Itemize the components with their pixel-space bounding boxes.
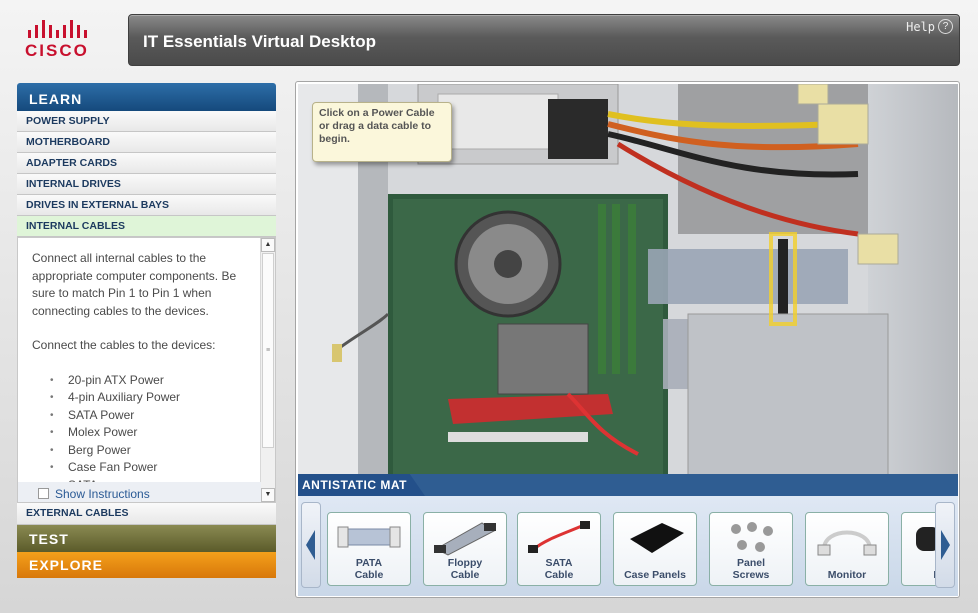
brand-name: CISCO bbox=[25, 41, 89, 60]
list-item: 4-pin Auxiliary Power bbox=[50, 389, 246, 407]
instructions-scrollbar[interactable]: ▲ ≡ ▼ bbox=[260, 238, 275, 502]
instruction-tooltip: Click on a Power Cable or drag a data ca… bbox=[312, 102, 452, 162]
tile-label: Cable bbox=[450, 569, 480, 581]
pata-cable-icon bbox=[337, 526, 401, 548]
list-item: Case Fan Power bbox=[50, 459, 246, 477]
grip-icon: ≡ bbox=[266, 347, 271, 354]
tray-item-keyboard[interactable]: Key bbox=[901, 512, 939, 586]
list-item: SATA Power bbox=[50, 407, 246, 425]
instructions-paragraph: Connect all internal cables to the appro… bbox=[32, 251, 237, 318]
sidebar-item-drives-external-bays[interactable]: DRIVES IN EXTERNAL BAYS bbox=[17, 195, 276, 216]
tray-item-case-panels[interactable]: Case Panels bbox=[613, 512, 697, 586]
sata-cable-icon bbox=[528, 521, 590, 553]
show-instructions-checkbox[interactable] bbox=[38, 488, 49, 499]
tile-label: Monitor bbox=[827, 569, 867, 581]
scroll-up-icon[interactable]: ▲ bbox=[261, 238, 275, 252]
antistatic-mat-label: ANTISTATIC MAT bbox=[298, 474, 425, 496]
sidebar-item-external-cables[interactable]: EXTERNAL CABLES bbox=[17, 503, 276, 525]
help-icon: ? bbox=[938, 19, 953, 34]
list-item: Molex Power bbox=[50, 424, 246, 442]
tile-label: Floppy bbox=[447, 557, 483, 569]
list-item: 20-pin ATX Power bbox=[50, 372, 246, 390]
tray-item-pata-cable[interactable]: PATA Cable bbox=[327, 512, 411, 586]
floppy-cable-icon bbox=[434, 522, 496, 556]
tile-label: PATA bbox=[355, 557, 383, 569]
title-bar: IT Essentials Virtual Desktop Help ? bbox=[128, 14, 960, 66]
tile-label: Screws bbox=[732, 569, 770, 581]
cisco-bars-icon bbox=[28, 18, 102, 38]
tray-scroll-right-button[interactable] bbox=[935, 502, 955, 588]
sidebar-item-adapter-cards[interactable]: ADAPTER CARDS bbox=[17, 153, 276, 174]
tile-label: Panel bbox=[736, 557, 765, 569]
show-instructions-label: Show Instructions bbox=[55, 486, 150, 501]
scroll-thumb[interactable]: ≡ bbox=[262, 253, 274, 448]
antistatic-mat-bar: ANTISTATIC MAT bbox=[298, 474, 958, 496]
tile-label: Cable bbox=[354, 569, 384, 581]
device-list: 20-pin ATX Power 4-pin Auxiliary Power S… bbox=[32, 372, 246, 495]
tile-label: SATA bbox=[545, 557, 573, 569]
workspace: Click on a Power Cable or drag a data ca… bbox=[295, 81, 960, 598]
scroll-down-icon[interactable]: ▼ bbox=[261, 488, 275, 502]
tray-item-panel-screws[interactable]: Panel Screws bbox=[709, 512, 793, 586]
tile-label: Key bbox=[902, 569, 939, 581]
instructions-paragraph: Connect the cables to the devices: bbox=[32, 338, 216, 352]
list-item: Berg Power bbox=[50, 442, 246, 460]
test-header[interactable]: TEST bbox=[17, 525, 276, 552]
instructions-text: Connect all internal cables to the appro… bbox=[18, 238, 260, 494]
help-button[interactable]: Help ? bbox=[906, 19, 953, 34]
monitor-cable-icon bbox=[817, 530, 877, 556]
screws-icon bbox=[731, 522, 773, 552]
tray-item-floppy-cable[interactable]: Floppy Cable bbox=[423, 512, 507, 586]
tile-label: Case Panels bbox=[624, 569, 686, 581]
sidebar-item-motherboard[interactable]: MOTHERBOARD bbox=[17, 132, 276, 153]
tray-item-sata-cable[interactable]: SATA Cable bbox=[517, 512, 601, 586]
instructions-panel: Connect all internal cables to the appro… bbox=[17, 237, 276, 503]
parts-tray: PATA Cable Floppy Cable SATA Cable Case Pan… bbox=[298, 496, 958, 596]
case-panels-icon bbox=[630, 523, 684, 553]
help-label: Help bbox=[906, 19, 935, 34]
explore-header[interactable]: EXPLORE bbox=[17, 552, 276, 578]
sidebar-item-internal-drives[interactable]: INTERNAL DRIVES bbox=[17, 174, 276, 195]
computer-case-view[interactable]: Click on a Power Cable or drag a data ca… bbox=[298, 84, 958, 496]
sidebar: LEARN POWER SUPPLY MOTHERBOARD ADAPTER C… bbox=[17, 83, 276, 595]
sidebar-item-internal-cables[interactable]: INTERNAL CABLES bbox=[17, 216, 276, 237]
tray-item-monitor[interactable]: Monitor bbox=[805, 512, 889, 586]
tray-scroll-left-button[interactable] bbox=[301, 502, 321, 588]
chevron-right-icon bbox=[941, 530, 950, 560]
chevron-left-icon bbox=[306, 530, 315, 560]
cisco-logo: CISCO bbox=[22, 18, 102, 62]
app-title: IT Essentials Virtual Desktop bbox=[143, 32, 377, 51]
sidebar-item-power-supply[interactable]: POWER SUPPLY bbox=[17, 111, 276, 132]
show-instructions-toggle[interactable]: Show Instructions bbox=[18, 482, 261, 502]
tile-label: Cable bbox=[544, 569, 574, 581]
learn-header[interactable]: LEARN bbox=[17, 83, 276, 111]
tray-items: PATA Cable Floppy Cable SATA Cable Case Pan… bbox=[327, 506, 939, 586]
